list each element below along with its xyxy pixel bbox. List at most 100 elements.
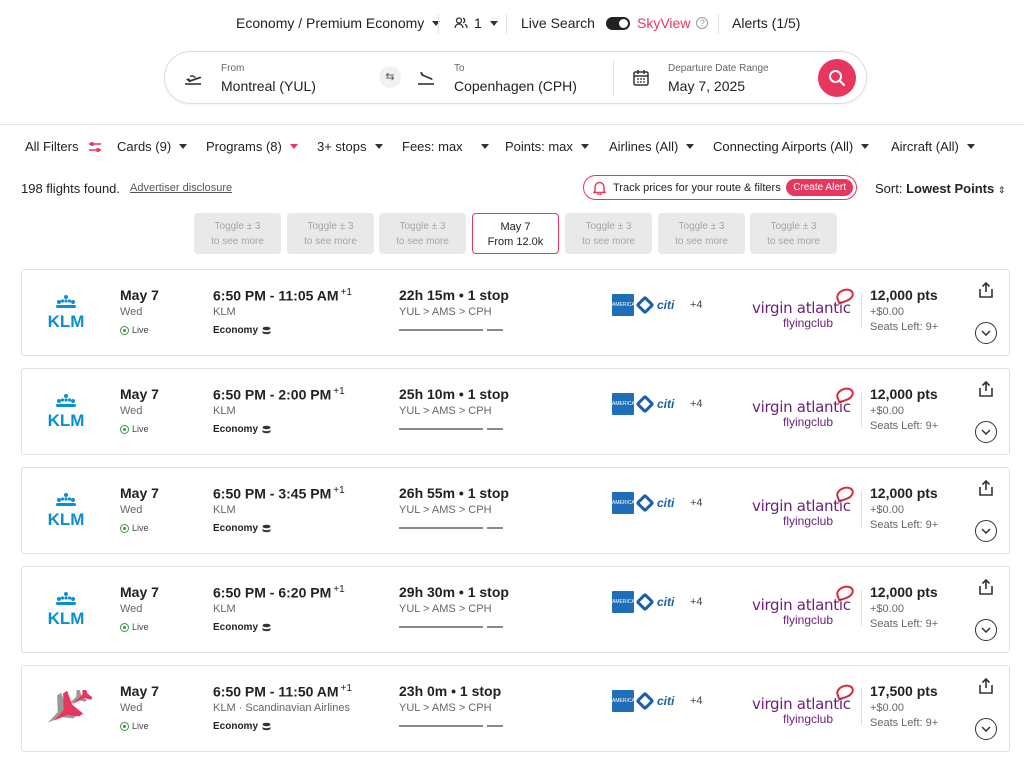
- fees-amount: +$0.00: [870, 504, 904, 516]
- date-chip-line2: to see more: [304, 236, 357, 247]
- to-field[interactable]: To Copenhagen (CPH): [413, 52, 613, 103]
- date-field[interactable]: Departure Date Range May 7, 2025: [614, 52, 814, 103]
- share-icon[interactable]: [977, 281, 995, 299]
- connecting-airports-filter[interactable]: Connecting Airports (All): [713, 139, 870, 154]
- flight-card[interactable]: KLM May 7 Wed Live 6:50 PM - 6:20 PM +1 K…: [21, 566, 1010, 653]
- live-indicator: Live: [120, 721, 149, 731]
- date-chip[interactable]: Toggle ± 3 to see more: [658, 213, 745, 254]
- expand-button[interactable]: [975, 718, 997, 740]
- credit-cards[interactable]: AMERICAN EXPRESS citi: [612, 492, 674, 528]
- sliders-icon: [89, 141, 102, 152]
- sort-select[interactable]: Sort: Lowest Points ⇕: [875, 181, 1005, 196]
- toggle-switch[interactable]: [605, 16, 630, 30]
- airlines-filter[interactable]: Airlines (All): [609, 139, 695, 154]
- segment-bar: [487, 329, 503, 331]
- all-filters-button[interactable]: All Filters: [25, 139, 102, 154]
- flight-duration: 23h 0m • 1 stop: [399, 683, 502, 699]
- search-button[interactable]: [818, 59, 856, 97]
- flight-duration: 29h 30m • 1 stop: [399, 584, 509, 600]
- credit-cards[interactable]: AMERICAN EXPRESS citi: [612, 294, 674, 330]
- live-label: Live: [132, 721, 149, 731]
- help-icon[interactable]: ?: [696, 17, 709, 29]
- date-chip-selected[interactable]: May 7 From 12.0k: [472, 213, 559, 254]
- skyview-link[interactable]: SkyView ?: [637, 15, 709, 31]
- seats-left: Seats Left: 9+: [870, 717, 939, 729]
- flight-card[interactable]: May 7 Wed Live 6:50 PM - 11:50 AM +1 KLM …: [21, 665, 1010, 752]
- sort-value: Lowest Points: [906, 181, 995, 196]
- credit-cards[interactable]: AMERICAN EXPRESS citi: [612, 393, 675, 429]
- cabin-select[interactable]: Economy / Premium Economy: [236, 15, 441, 31]
- share-icon[interactable]: [977, 677, 995, 695]
- date-chip[interactable]: Toggle ± 3 to see more: [287, 213, 374, 254]
- expand-button[interactable]: [975, 322, 997, 344]
- takeoff-icon: [185, 75, 202, 85]
- share-icon[interactable]: [977, 479, 995, 497]
- citi-logo: citi: [657, 397, 675, 411]
- swap-icon[interactable]: ⇆: [379, 66, 401, 88]
- program-name-top: virgin atlantic: [752, 299, 851, 317]
- date-chip-line1: Toggle ± 3: [678, 221, 725, 232]
- expand-button[interactable]: [975, 619, 997, 641]
- citi-logo: citi: [657, 694, 675, 708]
- airline-name: KLM: [213, 603, 236, 615]
- chevron-down-icon: [374, 144, 383, 149]
- program-name-bottom: flyingclub: [783, 712, 834, 726]
- divider: [506, 14, 507, 34]
- program-name-top: virgin atlantic: [752, 398, 851, 416]
- seats-left: Seats Left: 9+: [870, 519, 939, 531]
- cards-filter[interactable]: Cards (9): [117, 139, 188, 154]
- credit-cards[interactable]: AMERICAN EXPRESS citi: [612, 591, 674, 627]
- date-chip-line1: Toggle ± 3: [770, 221, 817, 232]
- flight-duration: 22h 15m • 1 stop: [399, 287, 509, 303]
- flight-card[interactable]: KLM May 7 Wed Live 6:50 PM - 11:05 AM +1 …: [21, 269, 1010, 356]
- chevron-down-icon: [289, 144, 298, 149]
- flight-date: May 7: [120, 386, 159, 402]
- stops-filter-label: 3+ stops: [317, 139, 367, 154]
- create-alert-button[interactable]: Create Alert: [786, 179, 853, 196]
- expand-button[interactable]: [975, 520, 997, 542]
- divider: [0, 124, 1024, 125]
- fees-amount: +$0.00: [870, 405, 904, 417]
- points-price: 12,000 pts: [870, 386, 938, 402]
- fees-amount: +$0.00: [870, 603, 904, 615]
- skyview-label: SkyView: [637, 15, 691, 31]
- plus-day: +1: [340, 287, 352, 298]
- flight-times: 6:50 PM - 2:00 PM +1: [213, 386, 345, 403]
- alerts-label: Alerts (1/5): [732, 15, 801, 31]
- advertiser-disclosure-link[interactable]: Advertiser disclosure: [130, 182, 232, 194]
- date-chip[interactable]: Toggle ± 3 to see more: [565, 213, 652, 254]
- cabin-class: Economy: [213, 721, 271, 732]
- from-field[interactable]: From Montreal (YUL): [165, 52, 390, 103]
- date-chip[interactable]: Toggle ± 3 to see more: [379, 213, 466, 254]
- live-search-toggle[interactable]: Live Search: [521, 15, 630, 31]
- programs-filter[interactable]: Programs (8): [206, 139, 298, 154]
- flight-card[interactable]: KLM May 7 Wed Live 6:50 PM - 3:45 PM +1 K…: [21, 467, 1010, 554]
- landing-icon: [418, 72, 434, 85]
- alerts-link[interactable]: Alerts (1/5): [732, 15, 800, 31]
- expand-button[interactable]: [975, 421, 997, 443]
- date-chip[interactable]: Toggle ± 3 to see more: [750, 213, 837, 254]
- fees-amount: +$0.00: [870, 306, 904, 318]
- date-chip-line1: Toggle ± 3: [399, 221, 446, 232]
- aircraft-filter[interactable]: Aircraft (All): [891, 139, 975, 154]
- flight-times-text: 6:50 PM - 2:00 PM: [213, 386, 332, 403]
- share-icon[interactable]: [977, 380, 995, 398]
- plus-day: +1: [333, 584, 345, 595]
- stops-filter[interactable]: 3+ stops: [317, 139, 383, 154]
- points-price: 12,000 pts: [870, 584, 938, 600]
- share-icon[interactable]: [977, 578, 995, 596]
- amex-logo: AMERICAN EXPRESS: [612, 294, 638, 330]
- credit-cards[interactable]: AMERICAN EXPRESS citi: [612, 690, 675, 726]
- flight-times-text: 6:50 PM - 3:45 PM: [213, 485, 332, 502]
- fees-filter[interactable]: Fees: max: [402, 139, 489, 154]
- flight-card[interactable]: KLM May 7 Wed Live 6:50 PM - 2:00 PM +1 K…: [21, 368, 1010, 455]
- passenger-select[interactable]: 1: [454, 15, 498, 31]
- date-chip[interactable]: Toggle ± 3 to see more: [194, 213, 281, 254]
- divider: [718, 14, 719, 34]
- divider: [861, 293, 862, 329]
- points-filter-label: Points: max: [505, 139, 573, 154]
- airline-name: KLM: [213, 306, 236, 318]
- chase-logo: [635, 493, 655, 513]
- connecting-airports-filter-label: Connecting Airports (All): [713, 139, 854, 154]
- points-filter[interactable]: Points: max: [505, 139, 589, 154]
